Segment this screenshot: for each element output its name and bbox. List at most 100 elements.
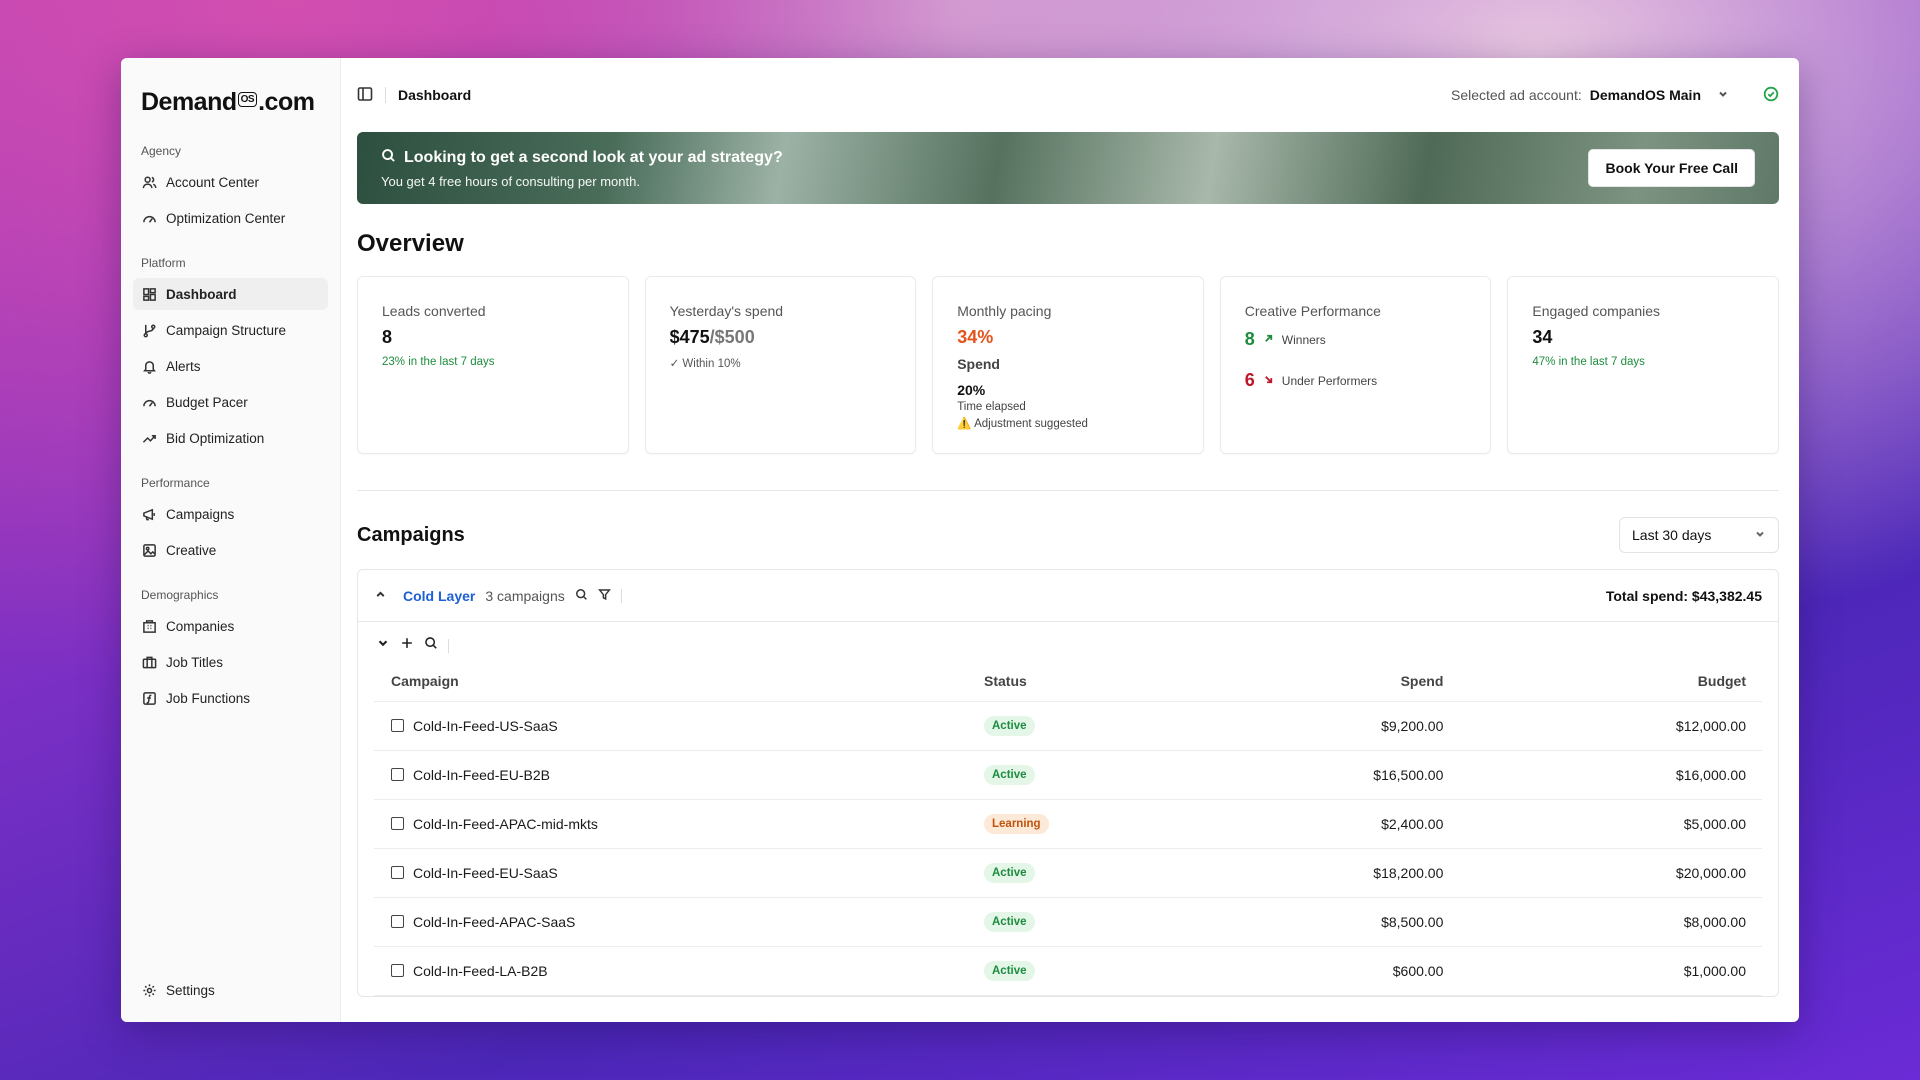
- divider: [620, 588, 622, 603]
- sidebar-item-label: Campaigns: [166, 506, 235, 522]
- sidebar-item-campaigns[interactable]: Campaigns: [133, 498, 328, 530]
- column-header-spend[interactable]: Spend: [1184, 661, 1444, 702]
- account-label: Selected ad account:: [1450, 87, 1582, 103]
- sidebar-item-label: Alerts: [166, 358, 201, 374]
- budget-cell: $16,000.00: [1443, 750, 1762, 800]
- campaign-name[interactable]: Cold-In-Feed-APAC-SaaS: [413, 914, 575, 930]
- section-divider: [357, 490, 1779, 491]
- column-header-status[interactable]: Status: [984, 661, 1184, 702]
- spend-cell: $2,400.00: [1184, 799, 1444, 849]
- book-call-button[interactable]: Book Your Free Call: [1588, 149, 1755, 187]
- sidebar-item-job-functions[interactable]: Job Functions: [133, 682, 328, 714]
- logo-os-mark: OS: [237, 91, 258, 107]
- check-circle-icon: [1763, 86, 1779, 105]
- column-header-budget[interactable]: Budget: [1443, 661, 1762, 702]
- row-checkbox[interactable]: [391, 817, 404, 830]
- spend-cell: $9,200.00: [1184, 701, 1444, 751]
- card-label: Leads converted: [382, 303, 486, 319]
- campaign-name[interactable]: Cold-In-Feed-EU-B2B: [413, 767, 550, 783]
- sidebar-item-label: Settings: [166, 982, 215, 998]
- spend-value: $475: [669, 327, 710, 347]
- card-note: 47% in the last 7 days: [1532, 356, 1645, 368]
- card-label: Yesterday's spend: [669, 303, 784, 319]
- card-engaged-companies: Engaged companies 34 47% in the last 7 d…: [1507, 276, 1779, 454]
- group-title: Performance: [141, 476, 210, 490]
- users-icon: [141, 174, 157, 190]
- sidebar-item-campaign-structure[interactable]: Campaign Structure: [133, 314, 328, 346]
- plus-icon[interactable]: [400, 636, 414, 655]
- layer-count: 3 campaigns: [485, 587, 565, 604]
- nav-group-demographics: Demographics Companies Job Titles Job Fu…: [133, 588, 328, 714]
- consulting-banner: Looking to get a second look at your ad …: [357, 132, 1779, 204]
- row-checkbox[interactable]: [391, 964, 404, 977]
- sidebar-item-bid-optimization[interactable]: Bid Optimization: [133, 422, 328, 454]
- card-label: Creative Performance: [1244, 303, 1381, 319]
- campaigns-header: Campaigns Last 30 days: [357, 517, 1779, 553]
- sidebar-item-companies[interactable]: Companies: [133, 610, 328, 642]
- sidebar-item-dashboard[interactable]: Dashboard: [133, 278, 328, 310]
- sidebar-settings: Settings: [133, 974, 328, 1010]
- column-header-campaign[interactable]: Campaign: [374, 661, 984, 702]
- card-note: ✓ Within 10%: [669, 358, 741, 370]
- status-badge: Active: [984, 764, 1035, 785]
- group-title: Demographics: [141, 588, 219, 602]
- winners-row: 8 Winners: [1245, 329, 1467, 350]
- gauge-icon: [141, 210, 157, 226]
- card-yesterdays-spend: Yesterday's spend $475/$500 ✓ Within 10%: [644, 276, 917, 454]
- sidebar-item-label: Job Functions: [166, 690, 251, 706]
- branch-icon: [141, 322, 157, 338]
- card-value: $475/$500: [670, 327, 892, 348]
- chevron-down-icon: [1754, 527, 1766, 543]
- row-checkbox[interactable]: [391, 866, 404, 879]
- main-content: Dashboard Selected ad account: DemandOS …: [341, 58, 1799, 1022]
- campaigns-title: Campaigns: [357, 523, 465, 546]
- logo-text: Demand: [141, 87, 237, 116]
- chevron-down-icon[interactable]: [1709, 87, 1729, 103]
- card-label: Engaged companies: [1532, 303, 1661, 319]
- sidebar-item-budget-pacer[interactable]: Budget Pacer: [133, 386, 328, 418]
- sidebar-item-account-center[interactable]: Account Center: [133, 166, 328, 198]
- trend-up-icon: [141, 430, 157, 446]
- image-icon: [141, 542, 157, 558]
- campaign-name[interactable]: Cold-In-Feed-US-SaaS: [413, 718, 558, 734]
- campaign-layer-panel: Cold Layer 3 campaigns Total spend: $43,…: [357, 569, 1779, 997]
- building-icon: [141, 618, 157, 634]
- layer-name[interactable]: Cold Layer: [403, 588, 475, 604]
- sidebar-item-creative[interactable]: Creative: [133, 534, 328, 566]
- sidebar-item-optimization-center[interactable]: Optimization Center: [133, 202, 328, 234]
- search-icon[interactable]: [575, 588, 588, 604]
- campaign-name[interactable]: Cold-In-Feed-LA-B2B: [413, 963, 548, 979]
- card-note: 23% in the last 7 days: [382, 356, 495, 368]
- banner-title: Looking to get a second look at your ad …: [404, 148, 783, 166]
- date-range-select[interactable]: Last 30 days: [1619, 517, 1779, 553]
- table-toolbar: [358, 622, 1778, 661]
- status-badge: Active: [984, 715, 1035, 736]
- chevron-down-icon[interactable]: [376, 636, 390, 655]
- sidebar-item-job-titles[interactable]: Job Titles: [133, 646, 328, 678]
- sidebar-toggle-icon[interactable]: [357, 86, 373, 105]
- row-checkbox[interactable]: [391, 719, 404, 732]
- under-performers-label: Under Performers: [1281, 373, 1378, 388]
- nav-group-performance: Performance Campaigns Creative: [133, 476, 328, 566]
- campaign-name[interactable]: Cold-In-Feed-APAC-mid-mkts: [413, 816, 598, 832]
- table-row: Cold-In-Feed-EU-SaaS Active $18,200.00 $…: [374, 848, 1762, 898]
- winners-label: Winners: [1281, 332, 1326, 347]
- search-icon[interactable]: [424, 636, 438, 655]
- overview-cards: Leads converted 8 23% in the last 7 days…: [357, 276, 1779, 454]
- budget-cell: $1,000.00: [1443, 946, 1762, 996]
- filter-icon[interactable]: [597, 588, 611, 604]
- spend-cell: $600.00: [1184, 946, 1444, 996]
- sidebar-item-alerts[interactable]: Alerts: [133, 350, 328, 382]
- spend-cell: $16,500.00: [1184, 750, 1444, 800]
- chevron-up-icon[interactable]: [374, 588, 387, 604]
- card-value: 34: [1532, 327, 1553, 347]
- campaign-name[interactable]: Cold-In-Feed-EU-SaaS: [413, 865, 558, 881]
- sidebar: Demand OS .com Agency Account Center Optim…: [121, 58, 341, 1022]
- row-checkbox[interactable]: [391, 915, 404, 928]
- overview-title: Overview: [357, 230, 464, 257]
- group-title: Platform: [141, 256, 186, 270]
- brand-logo[interactable]: Demand OS .com: [133, 82, 328, 122]
- account-selector[interactable]: Selected ad account: DemandOS Main: [1451, 86, 1779, 105]
- row-checkbox[interactable]: [391, 768, 404, 781]
- sidebar-item-settings[interactable]: Settings: [133, 974, 328, 1006]
